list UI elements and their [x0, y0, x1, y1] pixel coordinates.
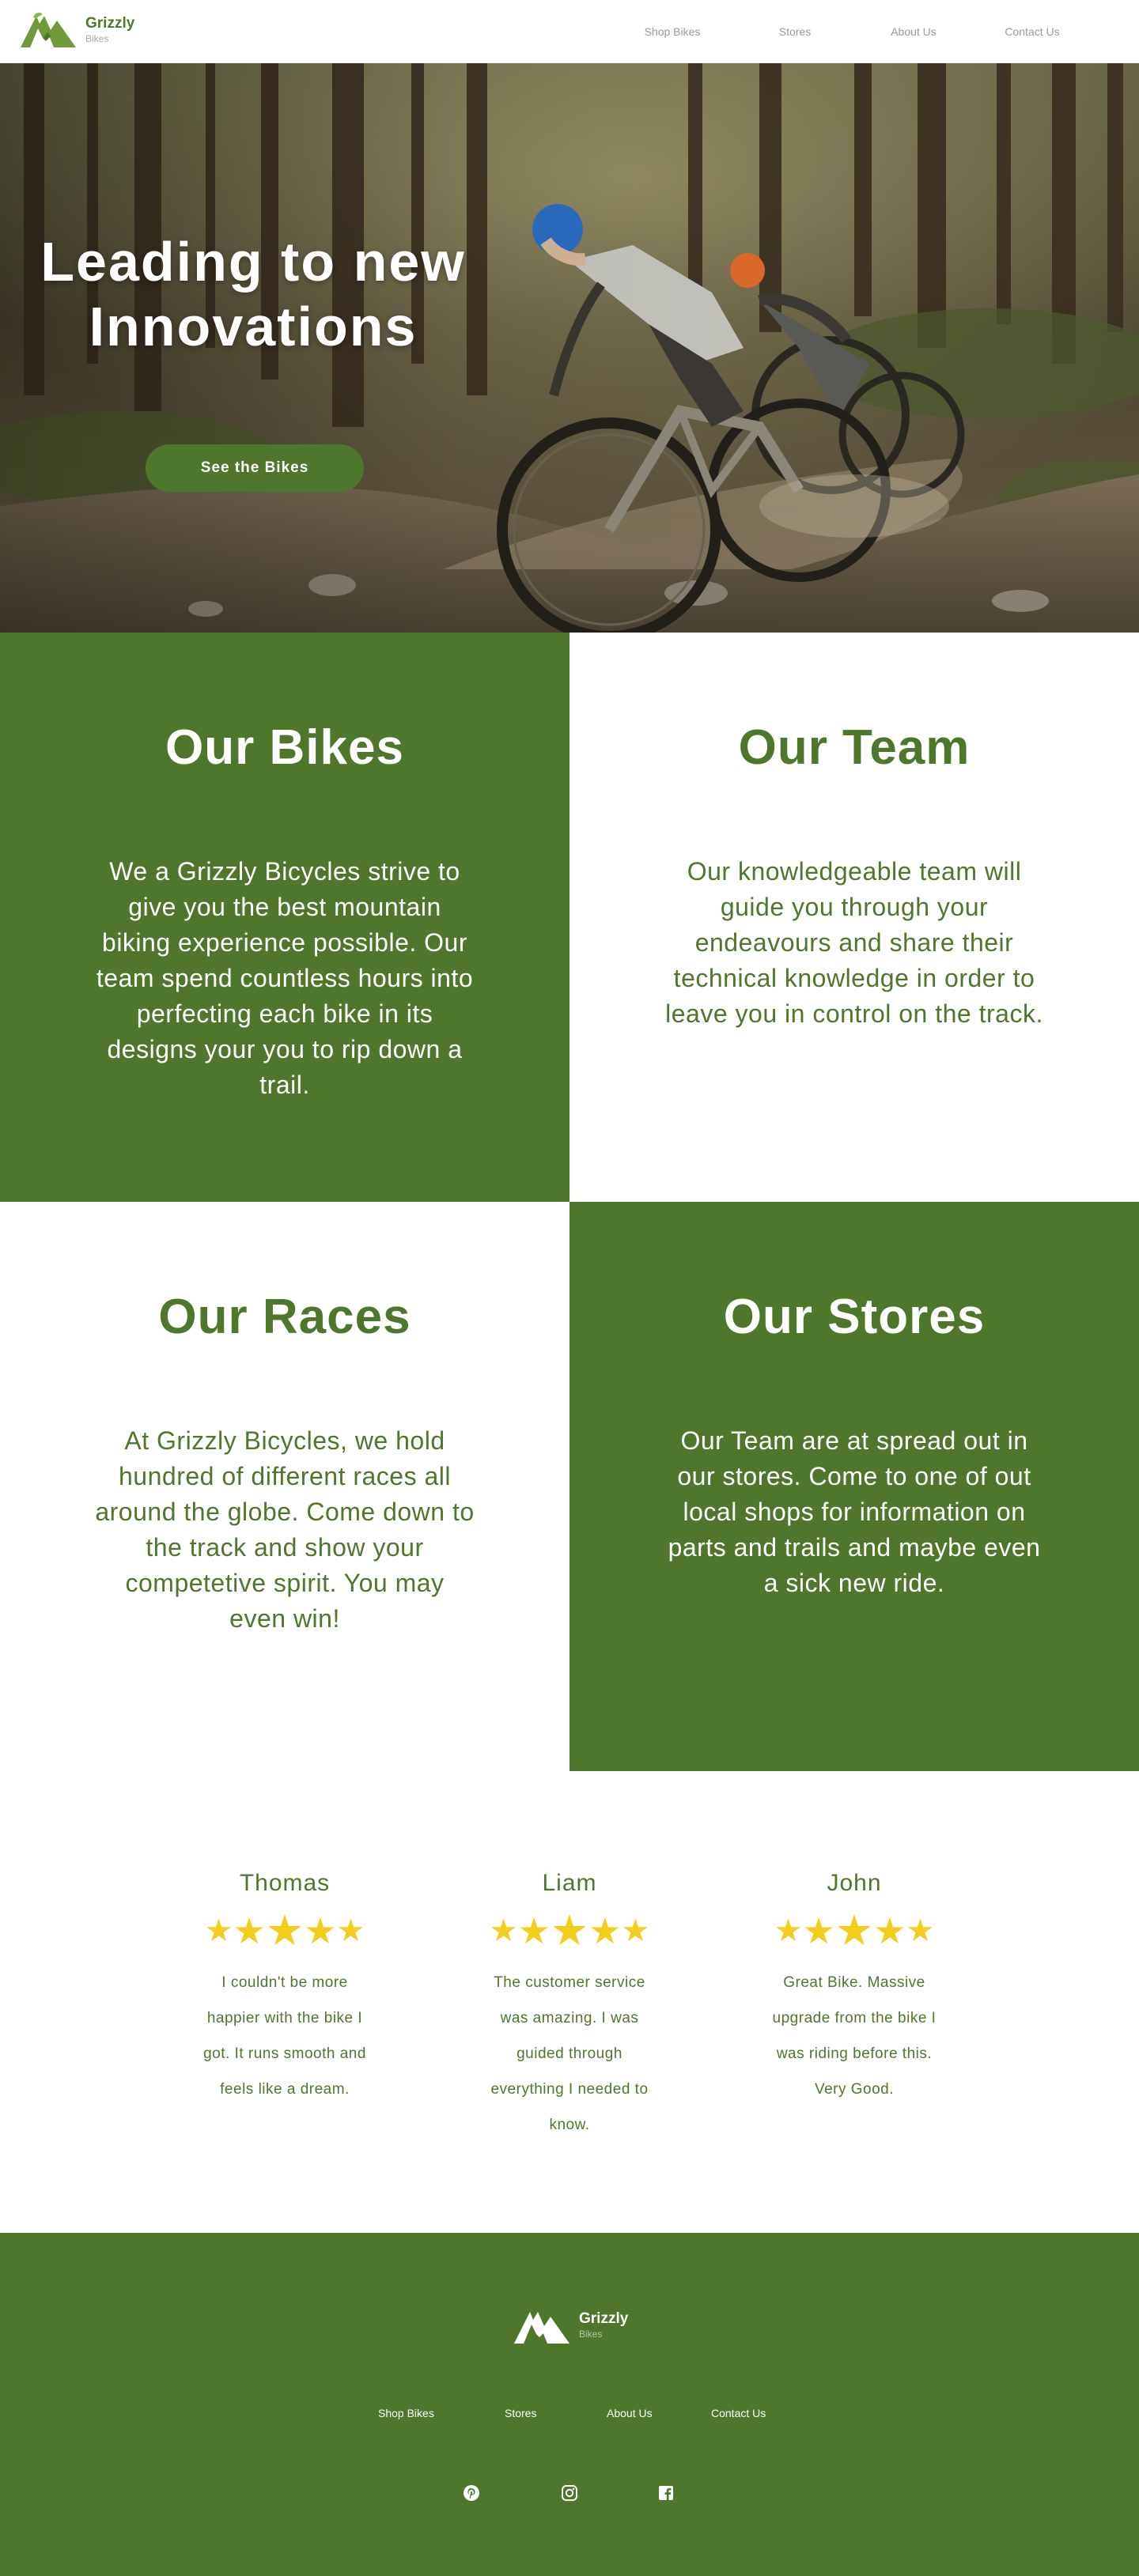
- reviewer-name: Liam: [542, 1870, 597, 1896]
- feature-our-team: Our Team Our knowledgeable team will gui…: [570, 633, 1139, 1202]
- star-icon: ★: [588, 1910, 622, 1951]
- feature-text: At Grizzly Bicycles, we hold hundred of …: [95, 1426, 475, 1633]
- feature-our-bikes: Our Bikes We a Grizzly Bicycles strive t…: [0, 633, 570, 1202]
- star-icon: ★: [489, 1913, 518, 1948]
- logo-sub: Bikes: [85, 32, 109, 44]
- features-grid: Our Bikes We a Grizzly Bicycles strive t…: [0, 633, 1139, 1771]
- footer-logo-sub: Bikes: [579, 2328, 603, 2340]
- pinterest-icon[interactable]: [462, 2483, 481, 2502]
- nav-stores[interactable]: Stores: [736, 25, 854, 38]
- feature-title: Our Team: [738, 720, 971, 775]
- logo[interactable]: Grizzly Bikes: [19, 9, 134, 49]
- star-icon: ★: [774, 1913, 803, 1948]
- star-icon: ★: [265, 1907, 305, 1955]
- star-icon: ★: [517, 1910, 551, 1951]
- footer-link-about-us[interactable]: About Us: [607, 2407, 653, 2419]
- hero-title: Leading to new Innovations: [40, 231, 466, 357]
- facebook-icon[interactable]: [657, 2483, 675, 2502]
- footer-nav: Shop Bikes Stores About Us Contact Us: [0, 2407, 1139, 2435]
- star-icon: ★: [873, 1910, 906, 1951]
- star-icon: ★: [550, 1907, 589, 1955]
- reviewer-name: John: [827, 1870, 882, 1896]
- nav-contact-us[interactable]: Contact Us: [973, 25, 1092, 38]
- nav-about-us[interactable]: About Us: [854, 25, 973, 38]
- star-icon: ★: [304, 1910, 337, 1951]
- footer-logo[interactable]: Grizzly Bikes: [513, 2304, 628, 2345]
- feature-title: Our Stores: [723, 1290, 986, 1344]
- site-footer: Grizzly Bikes Shop Bikes Stores About Us…: [0, 2233, 1139, 2576]
- star-icon: ★: [906, 1913, 935, 1948]
- feature-our-races: Our Races At Grizzly Bicycles, we hold h…: [0, 1202, 570, 1771]
- review-card: John ★ ★ ★ ★ ★ Great Bike. Massive upgra…: [751, 1870, 957, 2107]
- feature-title: Our Bikes: [165, 720, 404, 775]
- star-icon: ★: [621, 1913, 650, 1948]
- instagram-icon[interactable]: [560, 2483, 579, 2502]
- review-text: The customer service was amazing. I was …: [490, 1974, 649, 2133]
- star-icon: ★: [233, 1910, 266, 1951]
- star-icon: ★: [336, 1913, 365, 1948]
- star-icon: ★: [802, 1910, 835, 1951]
- hero-section: Leading to new Innovations See the Bikes: [0, 63, 1139, 633]
- review-text: I couldn't be more happier with the bike…: [203, 1974, 366, 2098]
- reviews-section: Thomas ★ ★ ★ ★ ★ I couldn't be more happ…: [0, 1771, 1139, 2233]
- review-text: Great Bike. Massive upgrade from the bik…: [772, 1974, 937, 2098]
- review-card: Thomas ★ ★ ★ ★ ★ I couldn't be more happ…: [182, 1870, 388, 2107]
- grizzly-logo-icon: [21, 12, 76, 47]
- nav-shop-bikes[interactable]: Shop Bikes: [609, 25, 736, 38]
- see-the-bikes-button[interactable]: See the Bikes: [146, 444, 364, 492]
- reviewer-name: Thomas: [239, 1870, 331, 1896]
- star-icon: ★: [834, 1907, 874, 1955]
- feature-text: Our Team are at spread out in our stores…: [668, 1426, 1041, 1597]
- logo-name: Grizzly: [85, 14, 135, 32]
- footer-link-contact-us[interactable]: Contact Us: [711, 2407, 766, 2419]
- main-nav: Shop Bikes Stores About Us Contact Us: [609, 0, 1092, 63]
- star-rating: ★ ★ ★ ★ ★: [467, 1907, 672, 1955]
- footer-link-stores[interactable]: Stores: [505, 2407, 536, 2419]
- footer-logo-name: Grizzly: [579, 2310, 629, 2327]
- feature-title: Our Races: [158, 1290, 411, 1344]
- star-rating: ★ ★ ★ ★ ★: [751, 1907, 957, 1955]
- social-links: [0, 2483, 1139, 2515]
- feature-text: Our knowledgeable team will guide you th…: [665, 857, 1043, 1028]
- star-rating: ★ ★ ★ ★ ★: [182, 1907, 388, 1955]
- footer-link-shop-bikes[interactable]: Shop Bikes: [378, 2407, 434, 2419]
- site-header: Grizzly Bikes Shop Bikes Stores About Us…: [0, 0, 1139, 63]
- star-icon: ★: [204, 1913, 233, 1948]
- feature-text: We a Grizzly Bicycles strive to give you…: [96, 857, 474, 1099]
- feature-our-stores: Our Stores Our Team are at spread out in…: [570, 1202, 1139, 1771]
- review-card: Liam ★ ★ ★ ★ ★ The customer service was …: [467, 1870, 672, 2143]
- grizzly-logo-icon: [514, 2312, 570, 2344]
